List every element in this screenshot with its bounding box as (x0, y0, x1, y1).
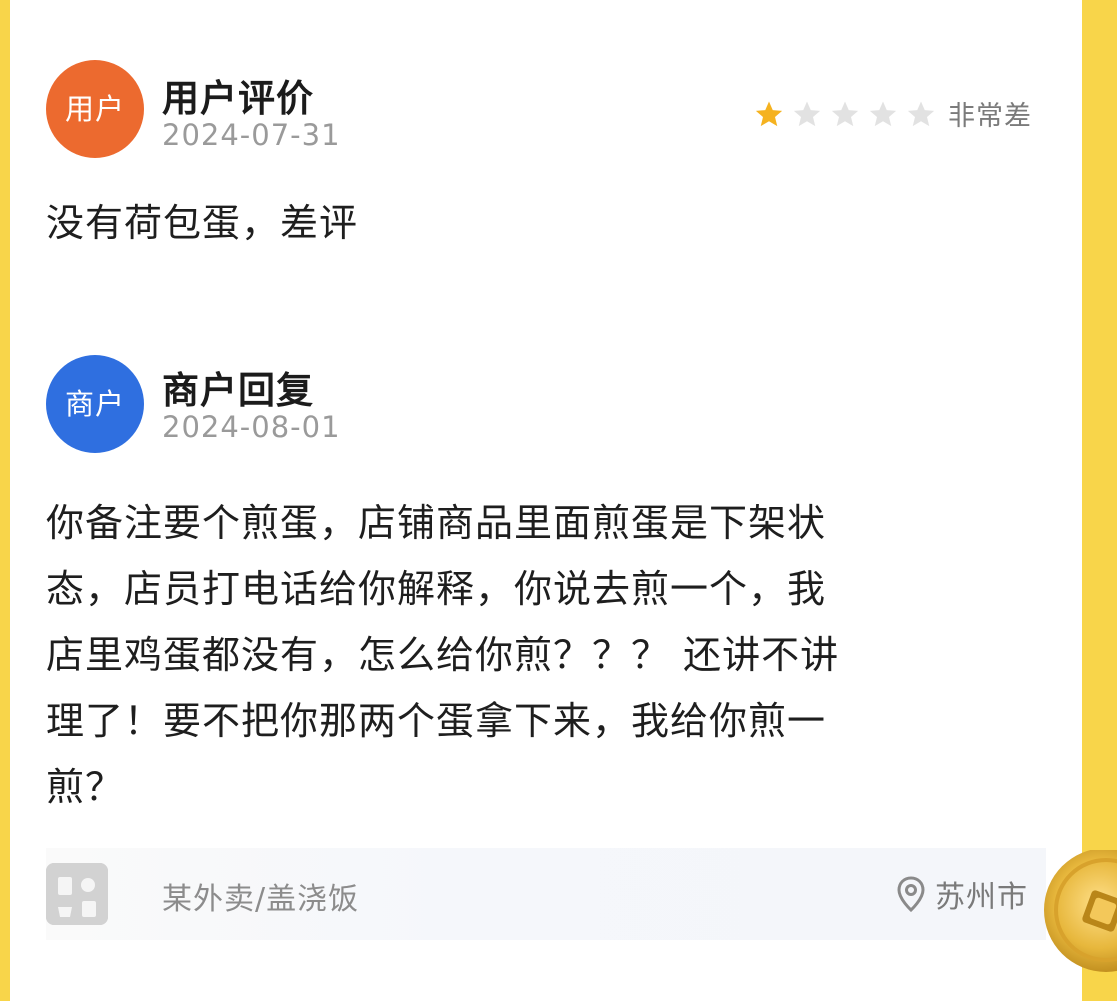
star-icon (907, 101, 935, 126)
shop-label: 某外卖/盖浇饭 (162, 882, 360, 917)
review-text: 没有荷包蛋，差评 (46, 201, 359, 245)
reply-line: 理了！要不把你那两个蛋拿下来，我给你煎一 (46, 699, 827, 743)
review-card: 用户 用户评价 2024-07-31 非常差 没有荷包蛋，差评 商户 商户回复 … (10, 0, 1082, 1001)
location-pin-icon (897, 876, 925, 912)
star-icon (869, 101, 897, 126)
star-icon (793, 101, 821, 126)
shop-icon (46, 863, 108, 925)
reply-line: 店里鸡蛋都没有，怎么给你煎？？？ 还讲不讲 (46, 633, 840, 677)
reply-line: 你备注要个煎蛋，店铺商品里面煎蛋是下架状 (46, 501, 827, 545)
reply-line: 态，店员打电话给你解释，你说去煎一个，我 (46, 567, 827, 611)
coin-icon (1044, 850, 1117, 972)
star-icon (755, 101, 783, 126)
review-date: 2024-07-31 (162, 118, 341, 152)
location: 苏州市 (895, 872, 1028, 916)
reply-line: 煎？ (46, 765, 125, 809)
shop-footer[interactable]: 某外卖/盖浇饭 苏州市 (46, 848, 1046, 940)
reply-text: 你备注要个煎蛋，店铺商品里面煎蛋是下架状 态，店员打电话给你解释，你说去煎一个，… (46, 490, 1066, 820)
rating-label: 非常差 (948, 101, 1032, 132)
star-icon (831, 101, 859, 126)
review-author: 用户评价 (162, 77, 314, 120)
merchant-avatar: 商户 (46, 355, 144, 453)
location-text: 苏州市 (935, 880, 1028, 915)
reply-date: 2024-08-01 (162, 410, 341, 444)
user-avatar: 用户 (46, 60, 144, 158)
reply-author: 商户回复 (162, 369, 314, 412)
rating-stars: 非常差 (754, 94, 1032, 133)
